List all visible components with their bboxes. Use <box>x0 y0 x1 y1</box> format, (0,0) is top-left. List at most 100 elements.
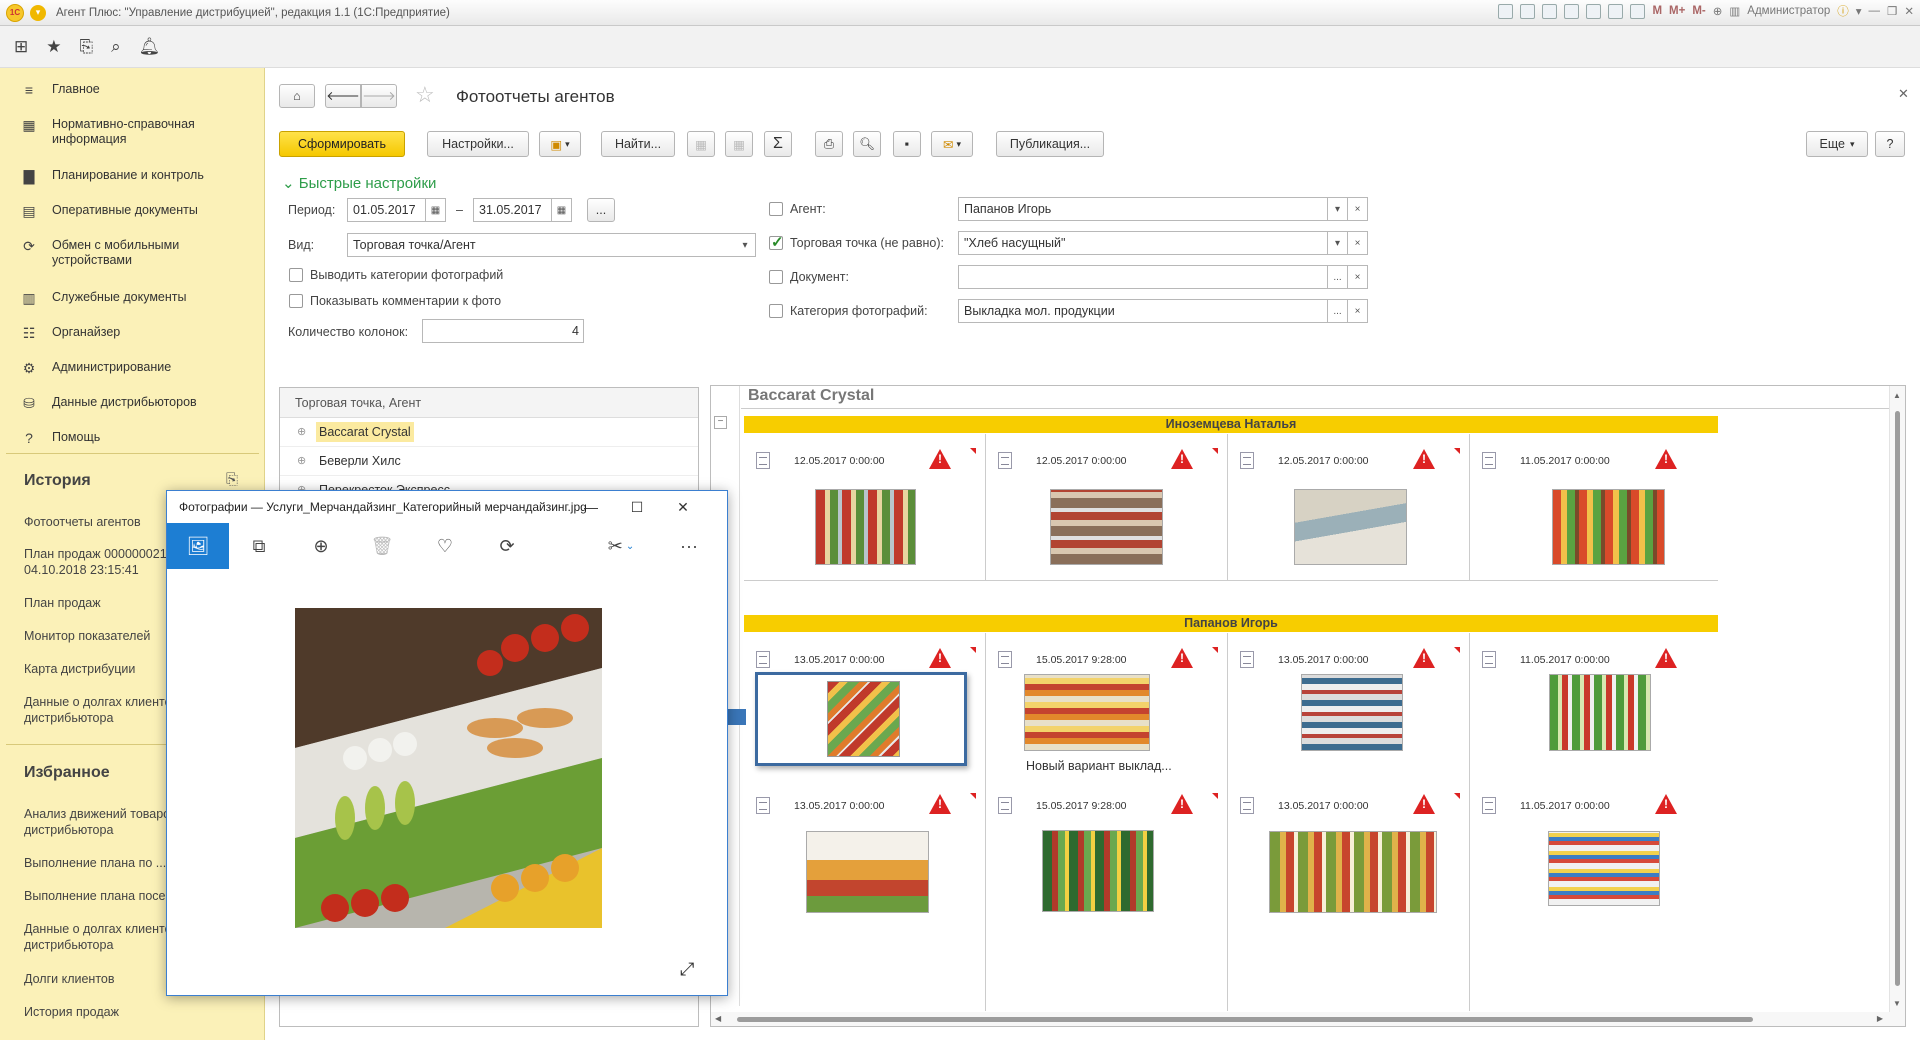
compare-icon[interactable] <box>1564 3 1580 19</box>
sidebar-item-operations[interactable]: ▤ Оперативные документы <box>0 203 265 238</box>
agent-checkbox[interactable] <box>769 202 783 216</box>
chevron-down-icon[interactable]: ▾ <box>735 233 756 257</box>
sidebar-item-distributors[interactable]: ⛁ Данные дистрибьюторов <box>0 395 265 430</box>
settings-button[interactable]: Настройки... <box>427 131 529 157</box>
scroll-thumb[interactable] <box>1895 411 1900 986</box>
show-categories-checkbox[interactable] <box>289 268 303 282</box>
scroll-right-icon[interactable]: ▶ <box>1877 1014 1883 1023</box>
print-button[interactable]: ⎙ <box>815 131 843 157</box>
restore-icon[interactable]: ❐ <box>1887 4 1897 18</box>
minimize-icon[interactable]: — <box>568 491 614 523</box>
sidebar-item-help[interactable]: ? Помощь <box>0 430 265 465</box>
document-field[interactable] <box>958 265 1328 289</box>
sidebar-item-main[interactable]: ≡ Главное <box>0 82 265 117</box>
outlet-field[interactable]: "Хлеб насущный" <box>958 231 1328 255</box>
history-link[interactable]: План продаж 000000021 от 04.10.2018 23:1… <box>24 546 184 578</box>
calendar-icon[interactable]: ▦ <box>425 198 446 222</box>
table-icon[interactable] <box>1630 3 1646 19</box>
fullscreen-icon[interactable]: ⤢ <box>680 959 694 980</box>
document-icon[interactable] <box>1240 651 1254 668</box>
columns-input[interactable]: 4 <box>422 319 584 343</box>
photo-thumbnail[interactable] <box>1024 674 1150 751</box>
chevron-down-icon[interactable]: ▾ <box>1327 197 1348 221</box>
sidebar-item-reference[interactable]: ▦ Нормативно-справочная информация <box>0 117 265 168</box>
scroll-down-icon[interactable]: ▼ <box>1893 999 1901 1008</box>
history-link[interactable]: Монитор показателей <box>24 628 150 644</box>
list-item[interactable]: ⊕ Беверли Хилс <box>280 447 698 476</box>
favorite-link[interactable]: История продаж <box>24 1004 119 1020</box>
history-icon[interactable]: ⎘ <box>80 37 94 57</box>
select-ellipsis-button[interactable]: ... <box>1327 265 1348 289</box>
expand-plus-icon[interactable]: ⊕ <box>297 447 306 475</box>
edit-button[interactable]: ✂ ⌄ <box>586 523 656 569</box>
search-icon[interactable]: ⌕ <box>111 37 121 57</box>
photo-thumbnail[interactable] <box>1548 831 1660 906</box>
apps-grid-icon[interactable]: ⊞ <box>14 37 28 57</box>
delete-button[interactable]: 🗑︎ <box>351 523 413 569</box>
document-icon[interactable] <box>1482 797 1496 814</box>
horizontal-scrollbar[interactable]: ◀ ▶ <box>711 1012 1905 1026</box>
expand-plus-icon[interactable]: ⊕ <box>297 418 306 446</box>
clear-icon[interactable]: × <box>1347 265 1368 289</box>
document-icon[interactable] <box>998 452 1012 469</box>
sidebar-item-service-docs[interactable]: ▥ Служебные документы <box>0 290 265 325</box>
home-button[interactable]: ⌂ <box>279 84 315 108</box>
period-select-button[interactable]: ... <box>587 198 615 222</box>
memory-plus-button[interactable]: M+ <box>1669 5 1685 17</box>
sidebar-item-mobile-exchange[interactable]: ⟳ Обмен с мобильными устройствами <box>0 238 265 290</box>
image-view-button[interactable]: 🖼︎ <box>167 523 229 569</box>
photo-thumbnail[interactable] <box>1294 489 1407 565</box>
scroll-up-icon[interactable]: ▲ <box>1893 391 1901 400</box>
quick-settings-toggle[interactable]: ⌄ Быстрые настройки <box>282 174 436 192</box>
info-icon[interactable]: ⓘ <box>1837 3 1849 19</box>
select-ellipsis-button[interactable]: ... <box>1327 299 1348 323</box>
selected-photo-frame[interactable] <box>755 672 967 766</box>
rotate-button[interactable]: ⟳ <box>476 523 538 569</box>
panels-icon[interactable]: ▥ <box>1729 4 1740 18</box>
back-button[interactable]: 🡐 <box>325 84 361 108</box>
collapse-groups-button[interactable]: ▦ <box>725 131 753 157</box>
favorite-link[interactable]: Долги клиентов <box>24 971 115 987</box>
sidebar-item-organizer[interactable]: ☷ Органайзер <box>0 325 265 360</box>
photo-thumbnail[interactable] <box>1042 830 1154 912</box>
calendar-icon[interactable]: ▦ <box>551 198 572 222</box>
calendar-icon[interactable] <box>1586 3 1602 19</box>
zoom-icon[interactable]: ⊕ <box>1713 4 1723 18</box>
sum-button[interactable]: Σ <box>764 131 792 157</box>
period-to-field[interactable]: 31.05.2017 <box>473 198 557 222</box>
favorite-link[interactable]: Выполнение плана по ... <box>24 855 166 871</box>
favorite-link[interactable]: Анализ движений товаров дистрибьютора <box>24 806 184 838</box>
more-options-button[interactable]: ··· <box>658 523 720 569</box>
history-link[interactable]: Фотоотчеты агентов <box>24 514 141 530</box>
category-checkbox[interactable] <box>769 304 783 318</box>
chevron-down-icon[interactable]: ▾ <box>1327 231 1348 255</box>
outlet-checkbox[interactable] <box>769 233 784 251</box>
agent-field[interactable]: Папанов Игорь <box>958 197 1328 221</box>
email-button[interactable]: ✉ ▾ <box>931 131 973 157</box>
more-button[interactable]: Еще ▾ <box>1806 131 1868 157</box>
vertical-scrollbar[interactable]: ▲ ▼ <box>1889 386 1905 1026</box>
memory-minus-button[interactable]: M- <box>1692 5 1705 17</box>
preview-button[interactable]: 🔍︎ <box>853 131 881 157</box>
zoom-button[interactable]: ⊕ <box>290 523 352 569</box>
document-icon[interactable] <box>1482 651 1496 668</box>
favorites-star-icon[interactable]: ★ <box>46 37 61 57</box>
document-icon[interactable] <box>1482 452 1496 469</box>
photo-thumbnail[interactable] <box>1050 489 1163 565</box>
photo-thumbnail[interactable] <box>806 831 929 913</box>
scroll-left-icon[interactable]: ◀ <box>715 1014 721 1023</box>
main-menu-icon[interactable]: ▾ <box>30 4 46 21</box>
search-icon[interactable] <box>1542 3 1558 19</box>
document-icon[interactable] <box>998 651 1012 668</box>
photo-thumbnail[interactable] <box>1269 831 1437 913</box>
clear-icon[interactable]: × <box>1347 197 1368 221</box>
help-button[interactable]: ? <box>1875 131 1905 157</box>
clear-icon[interactable]: × <box>1347 231 1368 255</box>
settings-menu-icon[interactable]: ▾ <box>1856 4 1862 18</box>
period-from-field[interactable]: 01.05.2017 <box>347 198 431 222</box>
sidebar-item-planning[interactable]: ▇ Планирование и контроль <box>0 168 265 203</box>
document-checkbox[interactable] <box>769 270 783 284</box>
slideshow-button[interactable]: ⧉ <box>228 523 290 569</box>
document-icon[interactable] <box>756 651 770 668</box>
favorite-button[interactable]: ♡ <box>414 523 476 569</box>
